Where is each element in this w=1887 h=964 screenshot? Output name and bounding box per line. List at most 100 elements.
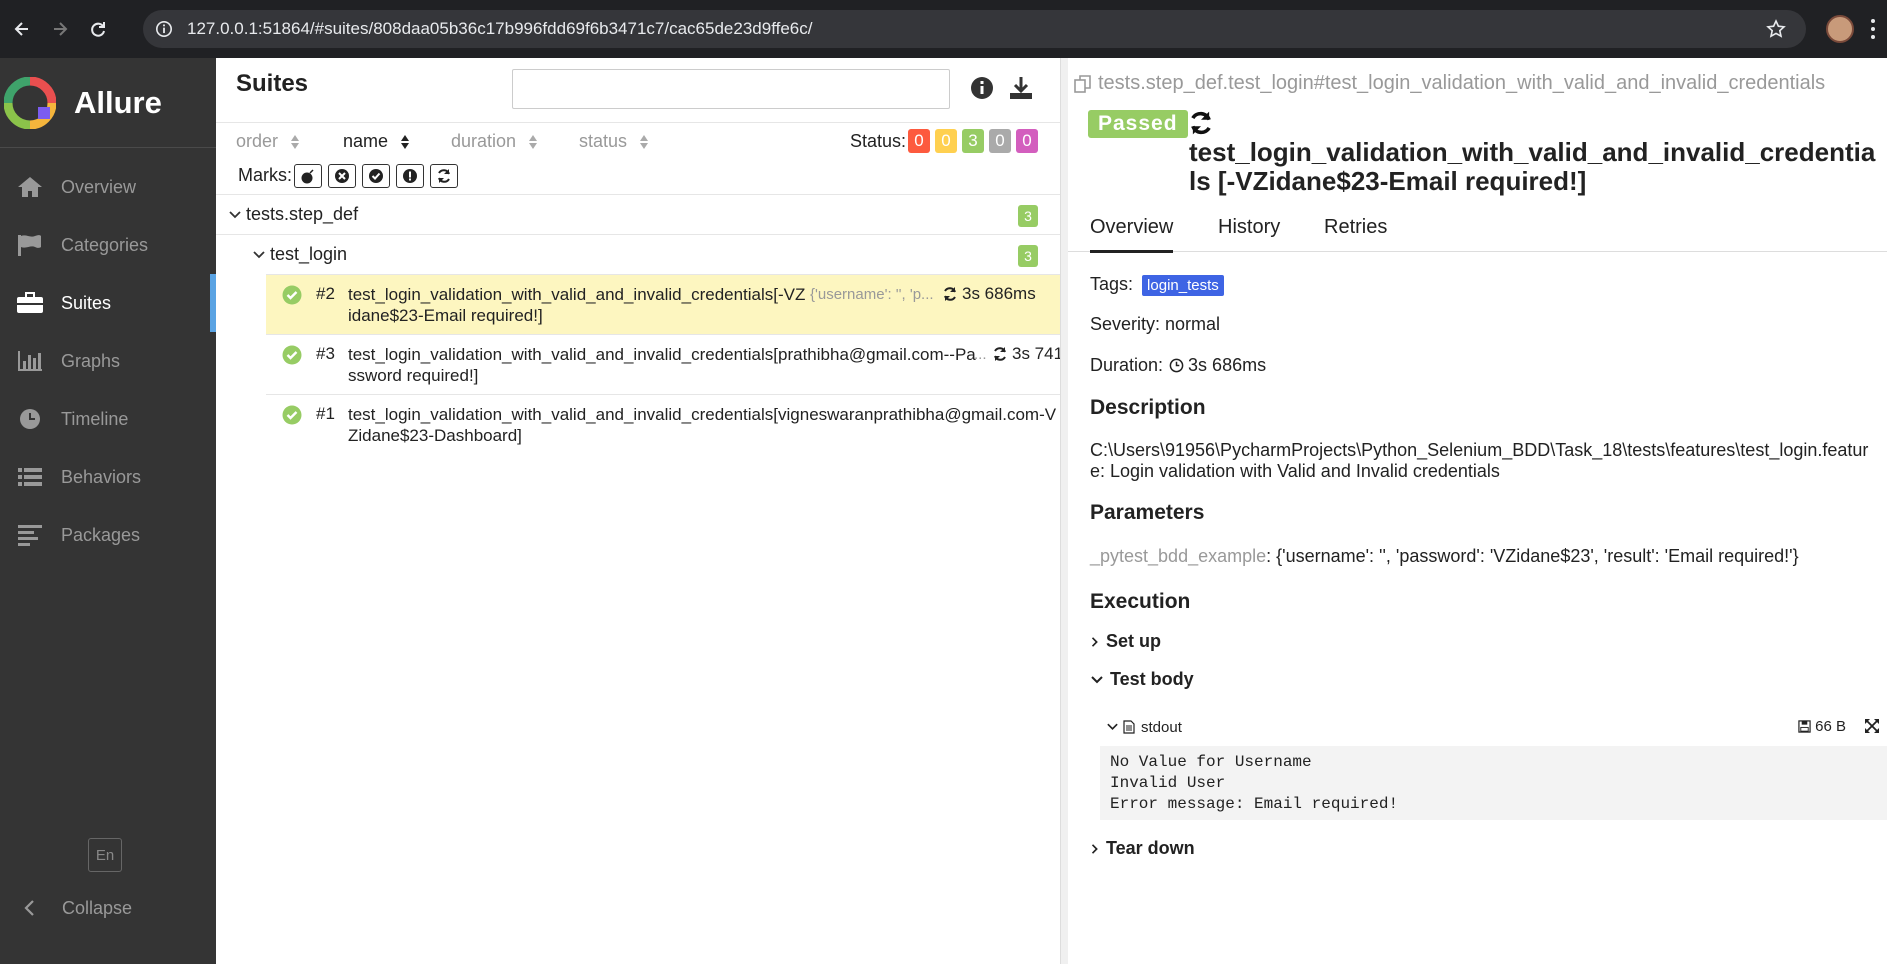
- sidebar-item-packages[interactable]: Packages: [0, 506, 216, 564]
- search-input[interactable]: [512, 69, 950, 109]
- status-broken-badge[interactable]: 0: [935, 129, 957, 153]
- reload-button[interactable]: [84, 15, 112, 43]
- passed-check-icon: [282, 405, 302, 425]
- duration-value: 3s 686ms: [1188, 355, 1267, 375]
- tab-retries[interactable]: Retries: [1324, 216, 1387, 239]
- status-badge: Passed: [1088, 110, 1188, 138]
- test-order: #1: [316, 404, 335, 423]
- sidebar: Allure Overview Categories Suites Graphs…: [0, 58, 216, 964]
- times-circle-icon: [335, 169, 349, 183]
- test-name: test_login_validation_with_valid_and_inv…: [348, 405, 1057, 445]
- align-left-icon: [14, 521, 46, 549]
- attachment-size: 66 B: [1798, 718, 1846, 735]
- sidebar-item-suites[interactable]: Suites: [0, 274, 216, 332]
- suites-tree: tests.step_def 3 test_login 3 #2 test_lo…: [216, 194, 1060, 454]
- test-row[interactable]: #1 test_login_validation_with_valid_and_…: [266, 394, 1060, 454]
- sidebar-item-label: Overview: [61, 176, 137, 197]
- sidebar-item-label: Timeline: [61, 408, 129, 429]
- expand-icon[interactable]: [1864, 718, 1880, 734]
- test-body-step[interactable]: Test body: [1090, 669, 1194, 690]
- test-row[interactable]: #2 test_login_validation_with_valid_and_…: [266, 274, 1060, 334]
- sort-icon: [529, 134, 538, 149]
- sort-duration-label: duration: [451, 131, 517, 151]
- test-duration: 3s 741: [1012, 344, 1060, 363]
- tab-overview[interactable]: Overview: [1090, 216, 1174, 253]
- status-unknown-badge[interactable]: 0: [1016, 129, 1038, 153]
- attachment-row[interactable]: stdout 66 B: [1106, 714, 1886, 740]
- teardown-step[interactable]: Tear down: [1090, 838, 1195, 859]
- mark-new-passed-button[interactable]: [362, 164, 390, 188]
- download-icon[interactable]: [1008, 75, 1034, 101]
- setup-step[interactable]: Set up: [1090, 631, 1161, 652]
- status-filter-label: Status:: [850, 131, 907, 151]
- collapse-button[interactable]: Collapse: [0, 888, 132, 928]
- duration-label: Duration:: [1090, 355, 1164, 375]
- tree-group-label: tests.step_def: [246, 204, 359, 224]
- address-bar[interactable]: 127.0.0.1:51864/#suites/808daa05b36c17b9…: [143, 10, 1806, 48]
- parameters-heading: Parameters: [1090, 501, 1205, 524]
- test-name: test_login_validation_with_valid_and_inv…: [348, 285, 806, 325]
- refresh-icon: [438, 169, 450, 183]
- sidebar-item-behaviors[interactable]: Behaviors: [0, 448, 216, 506]
- teardown-label: Tear down: [1106, 838, 1195, 858]
- sidebar-item-timeline[interactable]: Timeline: [0, 390, 216, 448]
- exclamation-circle-icon: [403, 169, 417, 183]
- sort-status-label: status: [579, 131, 628, 151]
- pane-splitter[interactable]: [1060, 58, 1068, 964]
- passed-check-icon: [282, 285, 302, 305]
- mark-new-broken-button[interactable]: [396, 164, 424, 188]
- test-path[interactable]: tests.step_def.test_login#test_login_val…: [1074, 72, 1825, 95]
- brand[interactable]: Allure: [0, 58, 216, 148]
- arrow-left-icon: [14, 22, 28, 36]
- profile-avatar[interactable]: [1826, 15, 1854, 43]
- status-filter: 0 0 3 0 0: [908, 129, 1038, 153]
- chevron-right-icon: [1091, 843, 1098, 854]
- tree-subgroup[interactable]: test_login 3: [216, 234, 1060, 274]
- sidebar-item-overview[interactable]: Overview: [0, 158, 216, 216]
- back-button[interactable]: [8, 15, 36, 43]
- tab-history[interactable]: History: [1218, 216, 1280, 239]
- sidebar-item-categories[interactable]: Categories: [0, 216, 216, 274]
- retry-icon: [994, 347, 1006, 361]
- arrow-right-icon: [54, 22, 68, 36]
- sort-name[interactable]: name: [343, 131, 410, 152]
- sort-icon: [401, 134, 410, 149]
- sort-status[interactable]: status: [579, 131, 649, 152]
- url-text[interactable]: 127.0.0.1:51864/#suites/808daa05b36c17b9…: [187, 19, 812, 39]
- test-body-label: Test body: [1110, 669, 1194, 689]
- tree-group[interactable]: tests.step_def 3: [216, 194, 1060, 234]
- status-failed-badge[interactable]: 0: [908, 129, 930, 153]
- test-row[interactable]: #3 test_login_validation_with_valid_and_…: [266, 334, 1060, 394]
- sort-icon: [640, 134, 649, 149]
- copy-icon[interactable]: [1074, 74, 1092, 93]
- sidebar-item-label: Suites: [61, 292, 112, 313]
- setup-label: Set up: [1106, 631, 1162, 651]
- sort-duration[interactable]: duration: [451, 131, 538, 152]
- mark-flaky-button[interactable]: [294, 164, 322, 188]
- mark-new-failed-button[interactable]: [328, 164, 356, 188]
- site-info-icon[interactable]: [153, 18, 175, 40]
- sort-icon: [291, 134, 300, 149]
- mark-retries-button[interactable]: [430, 164, 458, 188]
- chevron-down-icon: [253, 250, 265, 258]
- status-skipped-badge[interactable]: 0: [989, 129, 1011, 153]
- status-passed-badge[interactable]: 3: [962, 129, 984, 153]
- tag-badge[interactable]: login_tests: [1142, 275, 1224, 296]
- description-text: C:\Users\91956\PycharmProjects\Python_Se…: [1090, 440, 1869, 481]
- bar-chart-icon: [14, 347, 46, 375]
- forward-button[interactable]: [46, 15, 74, 43]
- home-icon: [14, 173, 46, 201]
- sidebar-item-graphs[interactable]: Graphs: [0, 332, 216, 390]
- language-button[interactable]: En: [88, 838, 122, 872]
- tags-label: Tags:: [1090, 274, 1134, 294]
- retry-icon: [1191, 111, 1211, 135]
- sort-order[interactable]: order: [236, 131, 300, 152]
- info-icon[interactable]: [970, 76, 994, 100]
- attachment-size-text: 66 B: [1815, 718, 1846, 735]
- sidebar-item-label: Behaviors: [61, 466, 142, 487]
- more-menu-icon[interactable]: [1870, 18, 1876, 40]
- bookmark-star-icon[interactable]: [1766, 19, 1786, 39]
- chevron-down-icon: [1107, 723, 1118, 731]
- allure-logo-icon: [4, 76, 56, 129]
- save-icon: [1798, 720, 1811, 733]
